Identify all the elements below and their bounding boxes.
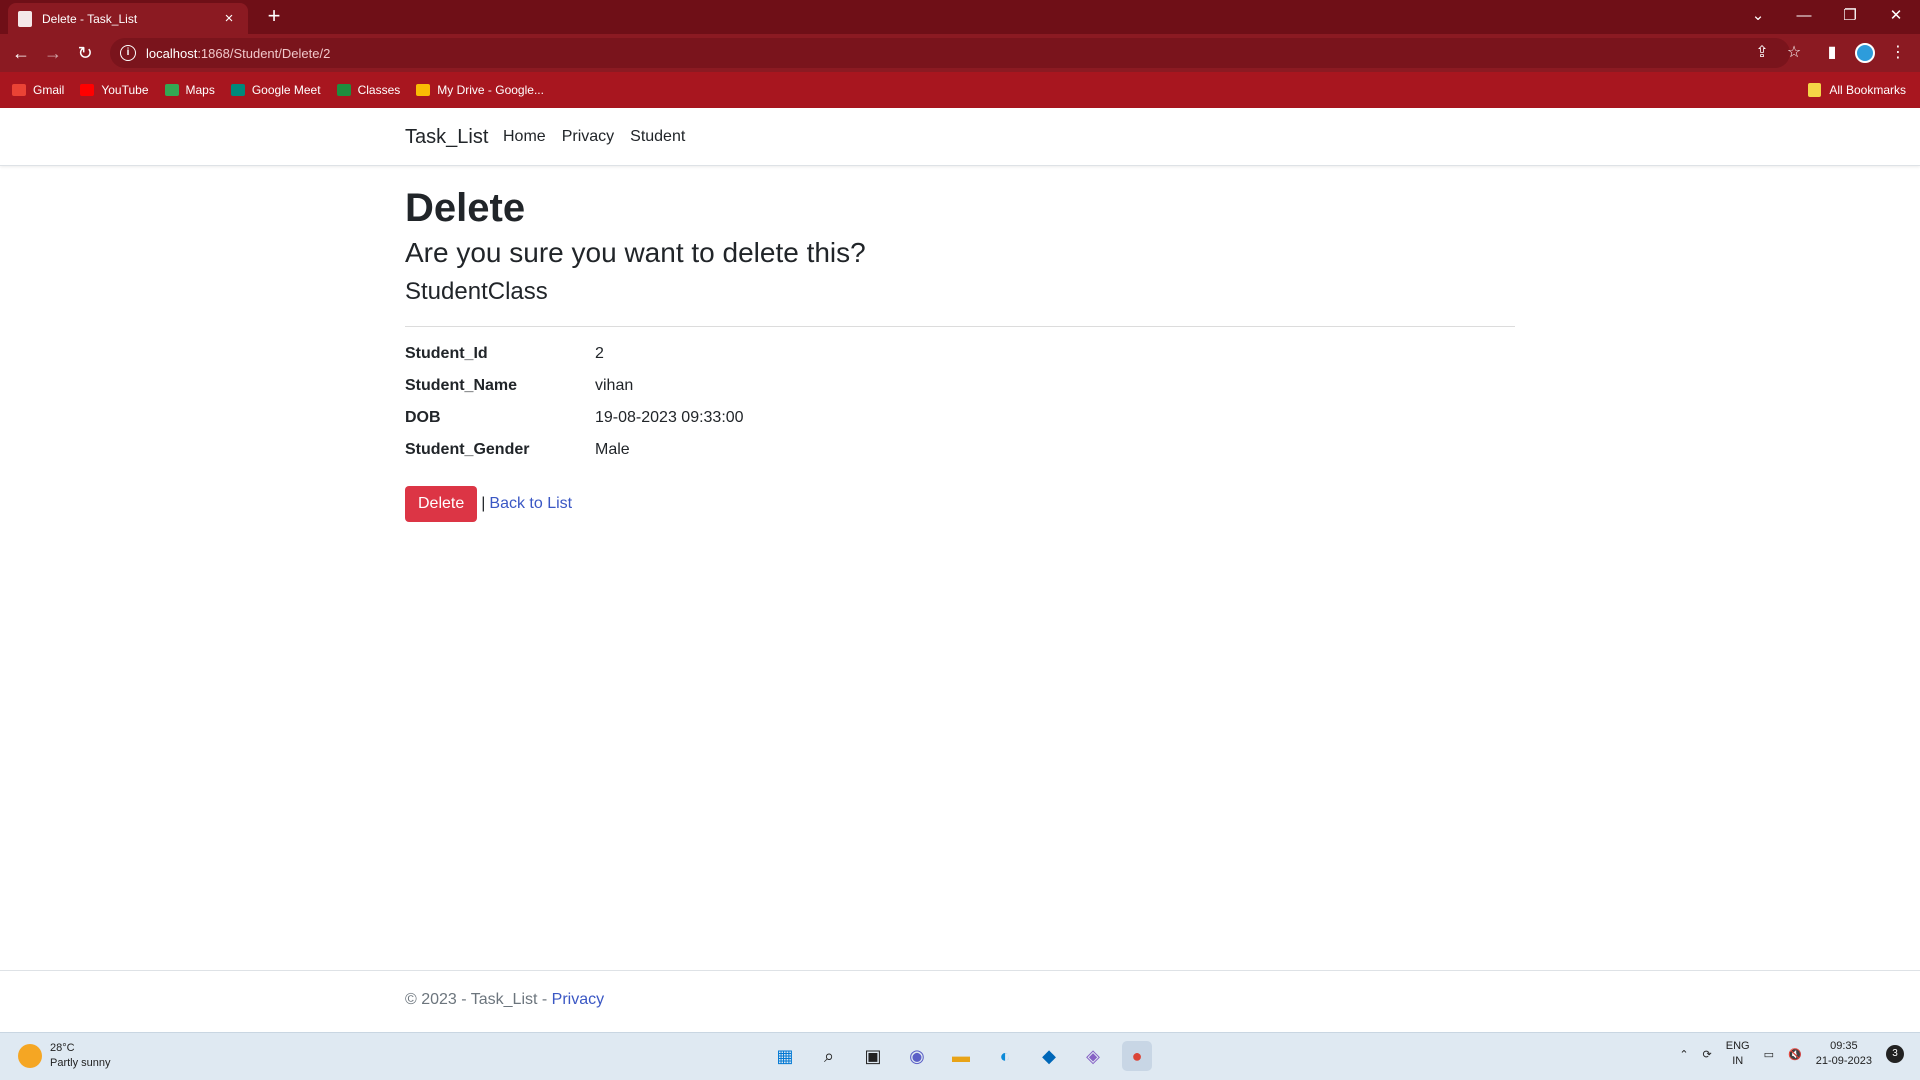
volume-muted-icon[interactable]: 🔇 <box>1788 1048 1802 1061</box>
delete-button[interactable]: Delete <box>405 486 478 523</box>
form-actions: Delete | Back to List <box>405 486 1515 523</box>
profile-avatar[interactable] <box>1855 43 1875 63</box>
back-arrow-icon[interactable]: ← <box>8 41 34 65</box>
share-icon[interactable]: ⇪ <box>1752 43 1772 63</box>
address-bar[interactable]: i localhost:1868/Student/Delete/2 <box>110 38 1790 68</box>
bookmark-gmail[interactable]: Gmail <box>12 83 64 97</box>
bookmark-google-meet[interactable]: Google Meet <box>230 83 321 97</box>
chrome-icon[interactable]: ● <box>1122 1041 1152 1071</box>
footer-text: © 2023 - Task_List - Privacy <box>405 991 605 1008</box>
taskbar: 28°C Partly sunny ▦ ⌕ ▣ ◉ ▬ ◐ ◆ ◈ ● ⌃ ⟳ … <box>0 1032 1920 1080</box>
side-panel-icon[interactable]: ▮ <box>1822 43 1842 63</box>
site-footer: © 2023 - Task_List - Privacy <box>0 970 1920 1032</box>
minimize-button[interactable]: — <box>1786 4 1822 28</box>
field-label: Student_Name <box>405 377 518 395</box>
close-window-button[interactable]: ✕ <box>1878 4 1914 28</box>
start-windows-icon[interactable]: ▦ <box>770 1041 800 1071</box>
taskbar-apps: ▦ ⌕ ▣ ◉ ▬ ◐ ◆ ◈ ● <box>770 1041 1152 1071</box>
file-explorer-icon[interactable]: ▬ <box>946 1041 976 1071</box>
bookmark-my-drive[interactable]: My Drive - Google... <box>416 83 544 97</box>
bookmarks-bar: Gmail YouTube Maps Google Meet Classes M… <box>0 72 1920 108</box>
maps-icon <box>164 84 179 96</box>
bookmark-star-icon[interactable]: ☆ <box>1784 43 1804 63</box>
details-list: Student_Id 2 Student_Name vihan DOB 19-0… <box>405 345 1515 462</box>
weather-widget[interactable]: 28°C Partly sunny <box>18 1041 111 1071</box>
edge-browser-icon[interactable]: ◐ <box>990 1041 1020 1071</box>
page-favicon-icon <box>18 10 32 27</box>
chevron-up-icon[interactable]: ⌃ <box>1679 1048 1688 1061</box>
browser-tabstrip: Delete - Task_List × + ⌄ — ❐ ✕ <box>0 0 1920 34</box>
nav-link-privacy[interactable]: Privacy <box>562 128 614 146</box>
search-icon[interactable]: ⌕ <box>814 1041 844 1071</box>
field-value: Male <box>595 441 630 459</box>
restore-button[interactable]: ❐ <box>1832 4 1868 28</box>
classes-icon <box>336 84 351 96</box>
menu-kebab-icon[interactable]: ⋮ <box>1888 43 1908 63</box>
tab-search-chevron-icon[interactable]: ⌄ <box>1740 4 1776 28</box>
back-to-list-link[interactable]: Back to List <box>489 495 572 513</box>
site-navbar: Task_List Home Privacy Student <box>0 108 1920 166</box>
network-icon[interactable]: ▭ <box>1764 1048 1774 1061</box>
forward-arrow-icon[interactable]: → <box>40 41 66 65</box>
footer-privacy-link[interactable]: Privacy <box>552 991 604 1008</box>
entity-name: StudentClass <box>405 277 548 305</box>
field-label: Student_Id <box>405 345 488 363</box>
navbar-brand[interactable]: Task_List <box>405 126 488 149</box>
drive-icon <box>416 84 431 96</box>
browser-toolbar: ← → ↻ i localhost:1868/Student/Delete/2 … <box>0 34 1920 72</box>
page-title: Delete <box>405 186 526 230</box>
weather-condition: Partly sunny <box>50 1057 111 1069</box>
url-text[interactable]: localhost:1868/Student/Delete/2 <box>146 46 330 61</box>
all-bookmarks-button[interactable]: All Bookmarks <box>1808 72 1906 108</box>
clock[interactable]: 09:35 21-09-2023 <box>1816 1039 1872 1069</box>
new-tab-button[interactable]: + <box>262 5 286 28</box>
tab-title: Delete - Task_List <box>42 11 138 26</box>
task-view-icon[interactable]: ▣ <box>858 1041 888 1071</box>
youtube-icon <box>80 84 95 96</box>
bookmark-youtube[interactable]: YouTube <box>80 83 149 97</box>
field-label: Student_Gender <box>405 441 530 459</box>
visual-studio-icon[interactable]: ◈ <box>1078 1041 1108 1071</box>
reload-icon[interactable]: ↻ <box>72 41 98 65</box>
notification-badge[interactable]: 3 <box>1886 1045 1904 1063</box>
temperature: 28°C <box>50 1042 75 1054</box>
web-page: Task_List Home Privacy Student Delete Ar… <box>0 108 1920 1032</box>
partly-sunny-icon <box>18 1044 42 1068</box>
confirm-question: Are you sure you want to delete this? <box>405 237 866 268</box>
main-container: Delete Are you sure you want to delete t… <box>405 184 1515 523</box>
bookmark-maps[interactable]: Maps <box>164 83 215 97</box>
teams-chat-icon[interactable]: ◉ <box>902 1041 932 1071</box>
folder-icon <box>1808 83 1822 97</box>
divider <box>405 326 1515 328</box>
bookmark-classes[interactable]: Classes <box>336 83 400 97</box>
nav-link-student[interactable]: Student <box>630 128 685 146</box>
gmail-icon <box>12 84 26 96</box>
nav-link-home[interactable]: Home <box>503 128 546 146</box>
field-value: 19-08-2023 09:33:00 <box>595 409 744 427</box>
microsoft-store-icon[interactable]: ◆ <box>1034 1041 1064 1071</box>
tab-close-icon[interactable]: × <box>220 10 238 27</box>
field-value: 2 <box>595 345 604 363</box>
field-value: vihan <box>595 377 634 395</box>
language-indicator[interactable]: ENG IN <box>1726 1039 1750 1069</box>
browser-tab[interactable]: Delete - Task_List × <box>8 3 248 34</box>
google-meet-icon <box>230 84 245 96</box>
sync-icon[interactable]: ⟳ <box>1703 1048 1712 1061</box>
field-label: DOB <box>405 409 441 427</box>
navbar-links: Home Privacy Student <box>503 128 685 146</box>
system-tray: ⌃ ⟳ ENG IN ▭ 🔇 09:35 21-09-2023 3 <box>1679 1039 1904 1069</box>
site-info-icon[interactable]: i <box>120 45 136 61</box>
separator: | <box>481 495 486 513</box>
